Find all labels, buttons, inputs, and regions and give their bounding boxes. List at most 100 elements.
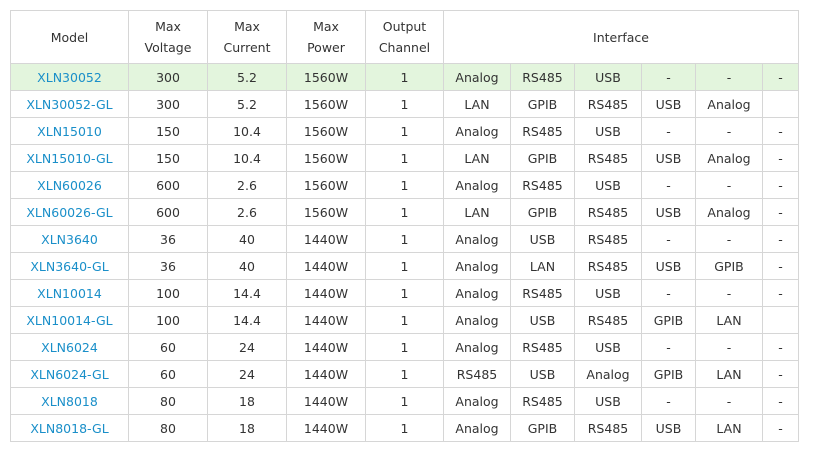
model-cell: XLN3640 bbox=[10, 225, 129, 253]
output-channel-cell: 1 bbox=[365, 333, 444, 361]
interface-cell: - bbox=[762, 171, 799, 199]
interface-cell: Analog bbox=[695, 144, 763, 172]
interface-cell: LAN bbox=[510, 252, 575, 280]
interface-cell: USB bbox=[641, 252, 696, 280]
model-link[interactable]: XLN8018-GL bbox=[30, 421, 108, 436]
model-cell: XLN15010 bbox=[10, 117, 129, 145]
max-power-cell: 1560W bbox=[286, 117, 366, 145]
max-voltage-cell: 100 bbox=[128, 306, 208, 334]
table-row: XLN30052 300 5.2 1560W 1 Analog RS485 USB - - - bbox=[10, 63, 799, 91]
interface-cell: USB bbox=[641, 198, 696, 226]
interface-cell: Analog bbox=[443, 306, 511, 334]
model-link[interactable]: XLN60026 bbox=[37, 178, 102, 193]
interface-cell: - bbox=[641, 171, 696, 199]
output-channel-cell: 1 bbox=[365, 225, 444, 253]
interface-cell: LAN bbox=[695, 306, 763, 334]
interface-cell: LAN bbox=[695, 414, 763, 442]
interface-cell: - bbox=[641, 279, 696, 307]
table-row: XLN8018-GL 80 18 1440W 1 Analog GPIB RS485 USB LA… bbox=[10, 414, 799, 442]
max-power-cell: 1560W bbox=[286, 63, 366, 91]
interface-cell: - bbox=[762, 360, 799, 388]
table-row: XLN30052-GL 300 5.2 1560W 1 LAN GPIB RS485 USB An… bbox=[10, 90, 799, 118]
interface-cell: RS485 bbox=[510, 387, 575, 415]
interface-cell bbox=[762, 90, 799, 118]
model-link[interactable]: XLN15010-GL bbox=[26, 151, 112, 166]
table-row: XLN3640-GL 36 40 1440W 1 Analog LAN RS485 USB GPI… bbox=[10, 252, 799, 280]
model-link[interactable]: XLN10014 bbox=[37, 286, 102, 301]
interface-cell: - bbox=[762, 333, 799, 361]
model-cell: XLN10014-GL bbox=[10, 306, 129, 334]
output-channel-cell: 1 bbox=[365, 387, 444, 415]
model-link[interactable]: XLN3640 bbox=[41, 232, 98, 247]
interface-cell: - bbox=[695, 117, 763, 145]
interface-cell: GPIB bbox=[641, 360, 696, 388]
max-voltage-cell: 36 bbox=[128, 225, 208, 253]
interface-cell: RS485 bbox=[443, 360, 511, 388]
interface-cell: - bbox=[695, 279, 763, 307]
model-link[interactable]: XLN30052 bbox=[37, 70, 102, 85]
interface-cell: LAN bbox=[443, 144, 511, 172]
model-cell: XLN30052-GL bbox=[10, 90, 129, 118]
header-row: Model Max Voltage Max Current Max Power Out… bbox=[10, 10, 799, 64]
model-cell: XLN3640-GL bbox=[10, 252, 129, 280]
max-current-cell: 10.4 bbox=[207, 144, 287, 172]
model-link[interactable]: XLN6024-GL bbox=[30, 367, 108, 382]
max-voltage-cell: 600 bbox=[128, 198, 208, 226]
model-link[interactable]: XLN15010 bbox=[37, 124, 102, 139]
max-current-cell: 2.6 bbox=[207, 171, 287, 199]
interface-cell: USB bbox=[510, 360, 575, 388]
model-link[interactable]: XLN3640-GL bbox=[30, 259, 108, 274]
max-current-cell: 10.4 bbox=[207, 117, 287, 145]
output-channel-cell: 1 bbox=[365, 252, 444, 280]
model-link[interactable]: XLN60026-GL bbox=[26, 205, 112, 220]
interface-cell: USB bbox=[574, 333, 642, 361]
table-row: XLN15010 150 10.4 1560W 1 Analog RS485 USB - - - bbox=[10, 117, 799, 145]
interface-cell: - bbox=[695, 63, 763, 91]
max-power-cell: 1440W bbox=[286, 252, 366, 280]
max-power-cell: 1440W bbox=[286, 414, 366, 442]
interface-cell: GPIB bbox=[641, 306, 696, 334]
interface-cell: Analog bbox=[443, 387, 511, 415]
model-link[interactable]: XLN6024 bbox=[41, 340, 98, 355]
output-channel-cell: 1 bbox=[365, 117, 444, 145]
max-current-cell: 24 bbox=[207, 360, 287, 388]
header-interface: Interface bbox=[443, 10, 799, 64]
max-voltage-cell: 300 bbox=[128, 63, 208, 91]
interface-cell: - bbox=[762, 63, 799, 91]
max-voltage-cell: 150 bbox=[128, 117, 208, 145]
max-power-cell: 1560W bbox=[286, 171, 366, 199]
output-channel-cell: 1 bbox=[365, 414, 444, 442]
interface-cell: - bbox=[762, 198, 799, 226]
interface-cell: - bbox=[762, 117, 799, 145]
interface-cell: USB bbox=[574, 63, 642, 91]
interface-cell: GPIB bbox=[510, 414, 575, 442]
max-current-cell: 5.2 bbox=[207, 63, 287, 91]
interface-cell: USB bbox=[641, 144, 696, 172]
interface-cell: Analog bbox=[695, 198, 763, 226]
model-link[interactable]: XLN10014-GL bbox=[26, 313, 112, 328]
interface-cell: RS485 bbox=[574, 144, 642, 172]
interface-cell: Analog bbox=[443, 279, 511, 307]
interface-cell: RS485 bbox=[510, 171, 575, 199]
max-voltage-cell: 600 bbox=[128, 171, 208, 199]
max-power-cell: 1440W bbox=[286, 387, 366, 415]
interface-cell: GPIB bbox=[510, 144, 575, 172]
interface-cell: USB bbox=[574, 171, 642, 199]
max-current-cell: 14.4 bbox=[207, 279, 287, 307]
interface-cell: RS485 bbox=[574, 252, 642, 280]
table-row: XLN60026-GL 600 2.6 1560W 1 LAN GPIB RS485 USB An… bbox=[10, 198, 799, 226]
interface-cell: - bbox=[762, 144, 799, 172]
interface-cell: Analog bbox=[443, 333, 511, 361]
max-current-cell: 14.4 bbox=[207, 306, 287, 334]
spec-table: Model Max Voltage Max Current Max Power Out… bbox=[10, 10, 799, 442]
output-channel-cell: 1 bbox=[365, 90, 444, 118]
header-max-current: Max Current bbox=[207, 10, 287, 64]
interface-cell: RS485 bbox=[510, 63, 575, 91]
interface-cell: RS485 bbox=[574, 414, 642, 442]
header-model: Model bbox=[10, 10, 129, 64]
model-link[interactable]: XLN8018 bbox=[41, 394, 98, 409]
interface-cell: GPIB bbox=[695, 252, 763, 280]
model-cell: XLN6024-GL bbox=[10, 360, 129, 388]
model-link[interactable]: XLN30052-GL bbox=[26, 97, 112, 112]
interface-cell: RS485 bbox=[510, 117, 575, 145]
